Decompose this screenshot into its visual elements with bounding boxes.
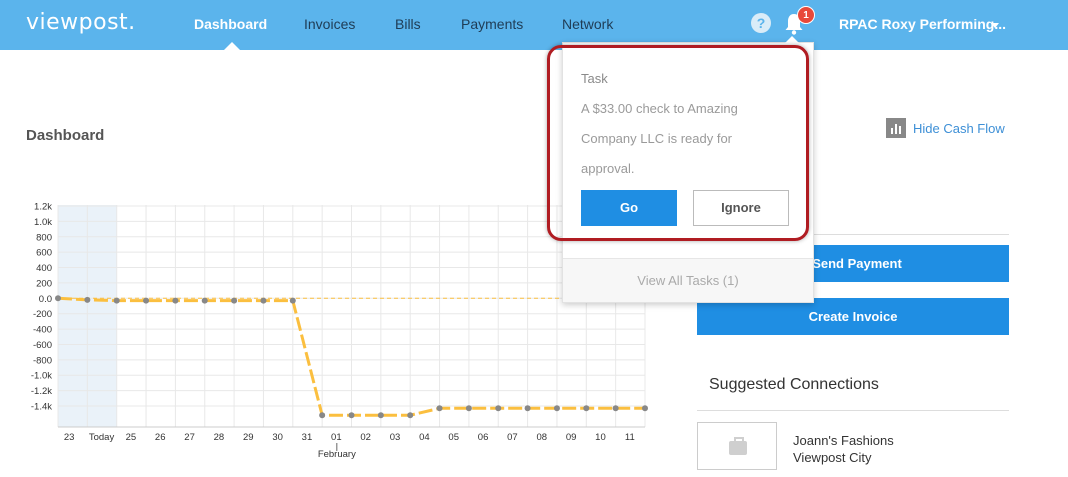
x-tick-label: 02 — [360, 432, 371, 443]
x-tick-label: 11 — [625, 432, 635, 443]
x-tick-label: 27 — [184, 432, 195, 443]
data-point — [553, 405, 560, 412]
data-point — [583, 405, 590, 412]
task-label: Task — [581, 71, 608, 86]
divider — [697, 410, 1009, 411]
data-point — [524, 405, 531, 412]
popover-caret — [785, 36, 799, 43]
chevron-down-icon[interactable] — [991, 23, 999, 28]
month-label: February — [318, 449, 356, 460]
go-button[interactable]: Go — [581, 190, 677, 226]
page-title: Dashboard — [26, 127, 105, 144]
data-point — [612, 405, 619, 412]
notification-badge: 1 — [797, 6, 815, 24]
x-tick-label: 07 — [507, 432, 518, 443]
y-tick-label: -1.2k — [31, 386, 52, 397]
top-bar: viewpost. Dashboard Invoices Bills Payme… — [0, 0, 1068, 50]
y-tick-label: 800 — [36, 232, 52, 243]
y-tick-label: 0.0 — [39, 294, 52, 305]
x-tick-label: 09 — [566, 432, 577, 443]
cash-flow-chart: 1.2k 1.0k 800 600 400 200 0.0 -200 -400 -600 -800 -… — [0, 195, 660, 465]
x-tick-label: 01 — [331, 432, 342, 443]
x-tick-label: 08 — [536, 432, 547, 443]
x-tick-label: 31 — [302, 432, 313, 443]
y-tick-label: -400 — [33, 325, 52, 336]
nav-network[interactable]: Network — [562, 16, 613, 32]
hide-cash-flow-label: Hide Cash Flow — [913, 120, 1005, 136]
nav-dashboard[interactable]: Dashboard — [194, 16, 267, 32]
task-message-line: approval. — [581, 161, 635, 176]
task-message-line: A $33.00 check to Amazing — [581, 101, 738, 116]
x-tick-label: 23 — [64, 432, 75, 443]
x-tick-label: Today — [89, 432, 115, 443]
data-point — [319, 412, 326, 419]
data-point — [260, 297, 267, 304]
task-message-line: Company LLC is ready for — [581, 131, 733, 146]
hide-cash-flow-link[interactable]: Hide Cash Flow — [886, 118, 1005, 138]
x-tick-label: 03 — [390, 432, 401, 443]
data-point — [143, 297, 150, 304]
x-tick-label: 06 — [478, 432, 489, 443]
suggested-connections-title: Suggested Connections — [709, 376, 879, 393]
y-tick-label: -600 — [33, 340, 52, 351]
data-point — [348, 412, 355, 419]
nav-bills[interactable]: Bills — [395, 16, 421, 32]
nav-payments[interactable]: Payments — [461, 16, 523, 32]
ignore-button[interactable]: Ignore — [693, 190, 789, 226]
nav-invoices[interactable]: Invoices — [304, 16, 355, 32]
data-point — [465, 405, 472, 412]
y-tick-label: 200 — [36, 278, 52, 289]
y-tick-label: -800 — [33, 355, 52, 366]
y-tick-label: 600 — [36, 248, 52, 259]
connection-name[interactable]: Joann's Fashions — [793, 433, 894, 448]
data-point — [201, 297, 208, 304]
x-tick-label: 25 — [126, 432, 137, 443]
x-tick-label: 04 — [419, 432, 430, 443]
connection-city: Viewpost City — [793, 450, 872, 465]
x-tick-label: 29 — [243, 432, 254, 443]
bar-chart-icon — [886, 118, 906, 138]
create-invoice-button[interactable]: Create Invoice — [697, 298, 1009, 335]
cash-flow-chart-svg: 1.2k 1.0k 800 600 400 200 0.0 -200 -400 -600 -800 -… — [31, 202, 648, 460]
send-payment-label: Send Payment — [812, 256, 902, 271]
data-point — [289, 297, 296, 304]
view-all-tasks-link[interactable]: View All Tasks (1) — [563, 259, 813, 302]
data-point — [172, 297, 179, 304]
y-tick-label: 400 — [36, 263, 52, 274]
connection-logo[interactable] — [697, 422, 777, 470]
active-nav-indicator — [224, 42, 240, 50]
data-point — [55, 295, 61, 302]
x-tick-label: 28 — [214, 432, 225, 443]
x-tick-label: 26 — [155, 432, 166, 443]
x-tick-label: 30 — [272, 432, 283, 443]
data-point — [436, 405, 443, 412]
x-tick-label: 05 — [448, 432, 459, 443]
y-tick-label: 1.2k — [34, 202, 52, 213]
help-icon[interactable]: ? — [751, 13, 771, 33]
data-point — [495, 405, 502, 412]
data-point — [84, 296, 91, 303]
data-point — [113, 297, 120, 304]
data-point — [231, 297, 238, 304]
account-menu[interactable]: RPAC Roxy Performing... — [839, 16, 1006, 32]
data-point — [377, 412, 384, 419]
y-tick-label: -1.4k — [31, 402, 52, 413]
x-tick-label: 10 — [595, 432, 606, 443]
briefcase-icon — [729, 437, 747, 455]
data-point — [642, 405, 648, 412]
y-tick-label: 1.0k — [34, 217, 52, 228]
viewpost-logo[interactable]: viewpost. — [26, 10, 136, 35]
data-point — [407, 412, 414, 419]
y-tick-label: -1.0k — [31, 371, 52, 382]
y-tick-label: -200 — [33, 309, 52, 320]
